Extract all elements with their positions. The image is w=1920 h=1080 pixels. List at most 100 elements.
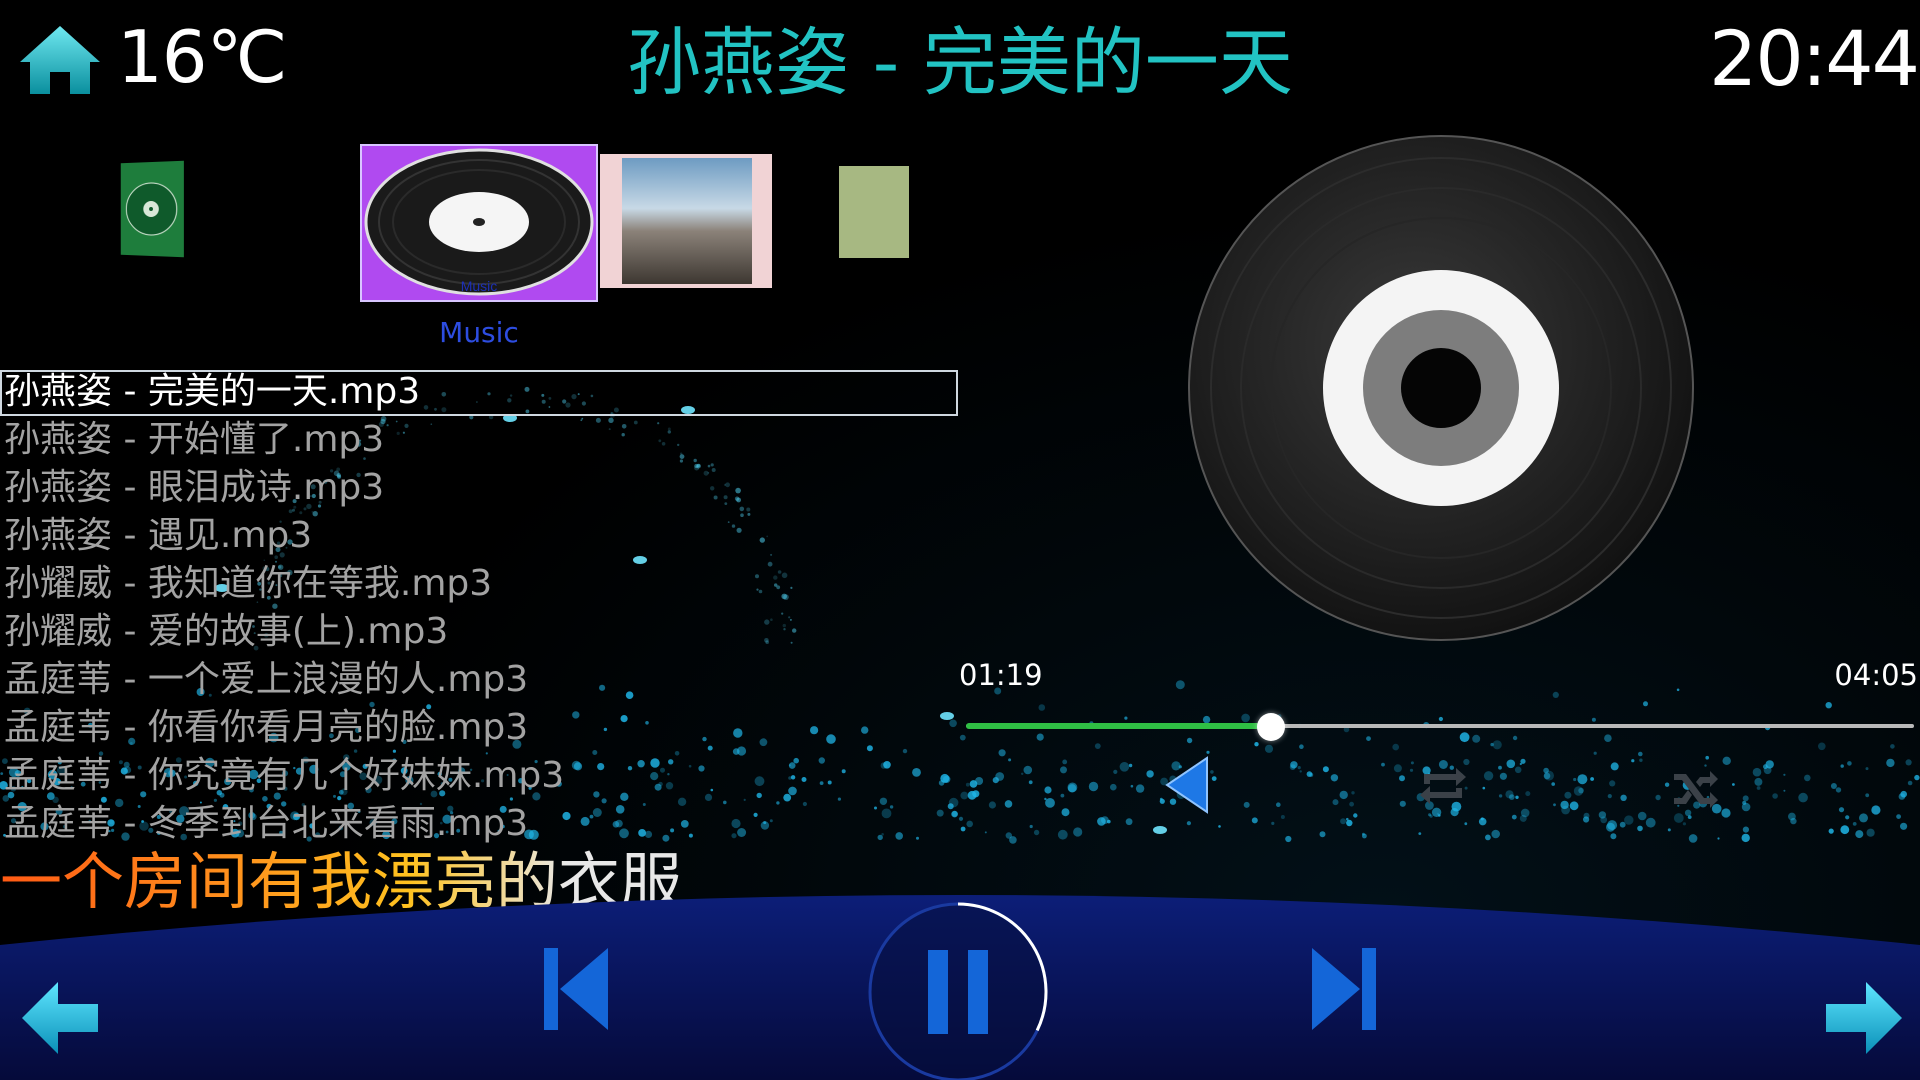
particle bbox=[1840, 764, 1844, 768]
particle bbox=[1036, 733, 1044, 741]
particle bbox=[1349, 801, 1354, 807]
particle bbox=[988, 801, 997, 809]
particle bbox=[1429, 814, 1433, 818]
volume-icon[interactable] bbox=[1163, 756, 1209, 814]
particle bbox=[1146, 770, 1154, 778]
particle bbox=[1483, 771, 1494, 781]
particle bbox=[1742, 826, 1749, 833]
next-track-icon[interactable] bbox=[1310, 946, 1378, 1032]
particle bbox=[965, 782, 970, 787]
particle bbox=[1113, 769, 1118, 775]
particle bbox=[1490, 742, 1494, 747]
particle bbox=[1319, 831, 1326, 838]
particle bbox=[1062, 759, 1068, 765]
particle bbox=[1741, 802, 1751, 812]
particle bbox=[1029, 824, 1033, 829]
particle bbox=[1637, 825, 1643, 832]
particle bbox=[1004, 800, 1013, 808]
particle bbox=[1610, 762, 1619, 771]
particle bbox=[1619, 821, 1626, 828]
particle bbox=[1492, 740, 1502, 750]
particle bbox=[1847, 761, 1852, 766]
particle bbox=[1482, 786, 1486, 790]
repeat-icon[interactable] bbox=[1418, 764, 1468, 808]
particle bbox=[960, 791, 969, 800]
particle bbox=[1428, 813, 1432, 817]
particle bbox=[1009, 836, 1017, 844]
particle bbox=[1491, 829, 1500, 839]
particle bbox=[1682, 822, 1686, 826]
particle bbox=[966, 820, 973, 828]
playlist-track[interactable]: 孟庭苇 - 你究竟有几个好妹妹.mp3 bbox=[0, 752, 960, 800]
playlist-track[interactable]: 孟庭苇 - 你看你看月亮的脸.mp3 bbox=[0, 704, 960, 752]
particle bbox=[1578, 787, 1584, 794]
particle bbox=[1033, 829, 1040, 836]
album-cover-right-1[interactable] bbox=[600, 154, 772, 288]
back-arrow-icon[interactable] bbox=[20, 980, 100, 1056]
particle bbox=[1130, 784, 1134, 788]
album-cover-left[interactable] bbox=[120, 160, 184, 258]
particle bbox=[1399, 775, 1405, 782]
particle bbox=[1907, 780, 1913, 786]
particle bbox=[1498, 794, 1503, 798]
particle bbox=[1073, 827, 1083, 837]
particle bbox=[1783, 789, 1786, 792]
now-playing-title: 孙燕姿 - 完美的一天 bbox=[627, 20, 1293, 106]
forward-arrow-icon[interactable] bbox=[1824, 980, 1904, 1056]
particle bbox=[1459, 732, 1470, 743]
particle bbox=[1186, 737, 1193, 744]
pause-icon[interactable] bbox=[866, 900, 1050, 1080]
playlist-track[interactable]: 孙燕姿 - 开始懂了.mp3 bbox=[0, 416, 960, 464]
album-cover-right-2[interactable] bbox=[839, 166, 909, 258]
particle bbox=[1900, 790, 1907, 798]
temperature-display: 16℃ bbox=[117, 15, 287, 99]
playlist-track[interactable]: 孟庭苇 - 一个爱上浪漫的人.mp3 bbox=[0, 656, 960, 704]
particle bbox=[1511, 814, 1517, 820]
particle bbox=[1289, 764, 1296, 770]
particle bbox=[1673, 813, 1684, 823]
playlist-track[interactable]: 孙燕姿 - 眼泪成诗.mp3 bbox=[0, 464, 960, 512]
music-folder-cover[interactable]: Music bbox=[360, 144, 598, 302]
particle bbox=[1871, 805, 1881, 815]
music-player-screen: 16℃ 孙燕姿 - 完美的一天 20:44 Music Music 孙燕姿 - … bbox=[0, 0, 1920, 1080]
previous-track-icon[interactable] bbox=[542, 946, 610, 1032]
playlist-track[interactable]: 孙耀威 - 爱的故事(上).mp3 bbox=[0, 608, 960, 656]
particle bbox=[1593, 751, 1597, 755]
particle bbox=[1005, 832, 1012, 839]
particle bbox=[969, 780, 978, 788]
playlist-track[interactable]: 孙燕姿 - 遇见.mp3 bbox=[0, 512, 960, 560]
particle bbox=[998, 749, 1006, 757]
particle bbox=[1351, 791, 1355, 795]
svg-text:Music: Music bbox=[461, 278, 498, 294]
particle bbox=[1631, 759, 1635, 763]
particle bbox=[1525, 791, 1531, 797]
playlist-track[interactable]: 孙燕姿 - 完美的一天.mp3 bbox=[0, 368, 960, 416]
progress-slider[interactable] bbox=[966, 713, 1914, 741]
progress-fill bbox=[966, 723, 1272, 729]
particle bbox=[1322, 766, 1329, 773]
particle bbox=[1898, 793, 1906, 800]
particle bbox=[1573, 777, 1577, 782]
particle bbox=[1742, 800, 1747, 805]
particle-spark bbox=[1153, 826, 1167, 834]
particle bbox=[1520, 758, 1526, 764]
particle bbox=[1509, 794, 1515, 800]
playlist-track[interactable]: 孟庭苇 - 冬季到台北来看雨.mp3 bbox=[0, 800, 960, 848]
playlist-track[interactable]: 孙耀威 - 我知道你在等我.mp3 bbox=[0, 560, 960, 608]
particle bbox=[1688, 834, 1698, 843]
particle bbox=[1088, 781, 1099, 792]
particle bbox=[1722, 756, 1731, 765]
particle bbox=[1598, 811, 1607, 819]
particle bbox=[1399, 800, 1406, 807]
particle bbox=[1896, 814, 1901, 819]
shuffle-icon[interactable] bbox=[1672, 762, 1720, 810]
particle bbox=[1362, 833, 1367, 839]
home-icon[interactable] bbox=[18, 22, 102, 96]
particle bbox=[1499, 772, 1507, 780]
particle bbox=[1590, 777, 1594, 781]
particle bbox=[1339, 790, 1348, 800]
particle bbox=[1624, 815, 1634, 825]
progress-handle[interactable] bbox=[1257, 713, 1286, 741]
particle bbox=[992, 777, 999, 784]
particle bbox=[1515, 795, 1519, 799]
